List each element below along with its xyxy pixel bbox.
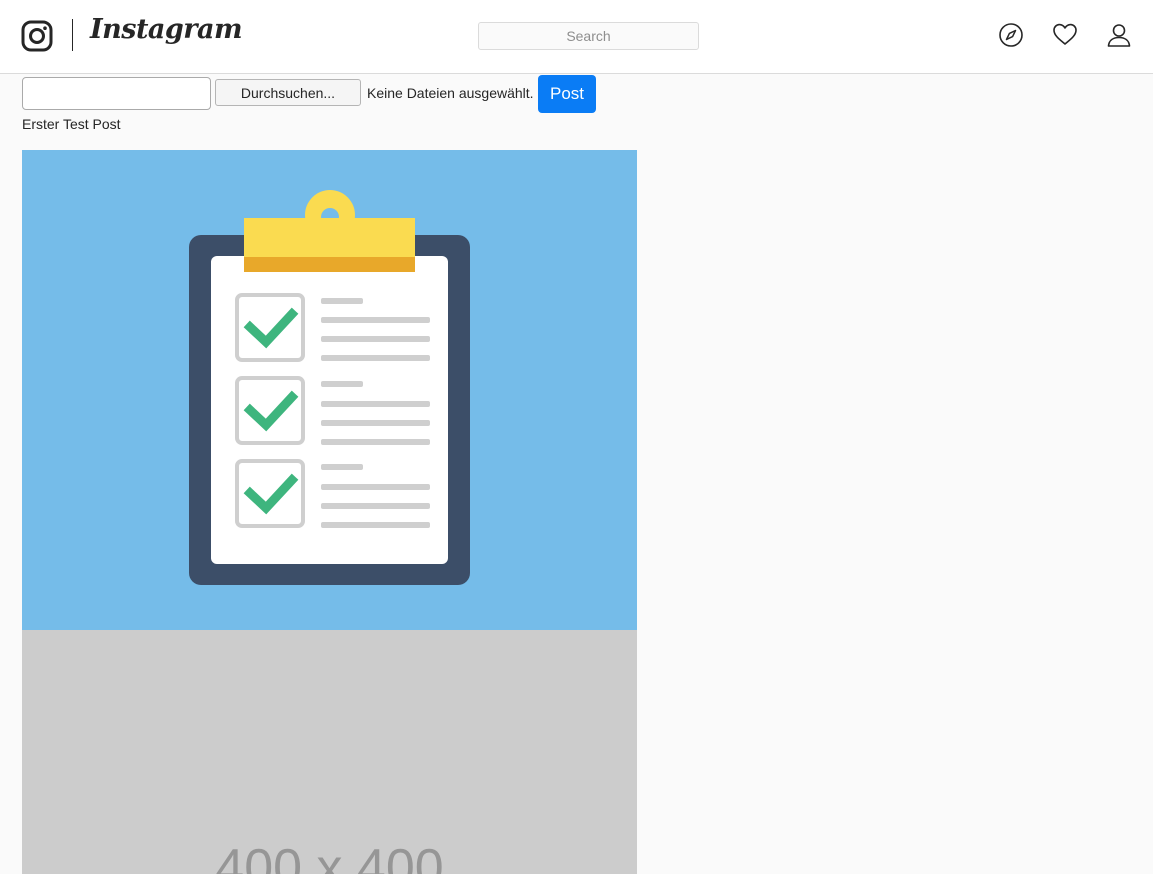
logo-divider: [72, 19, 73, 51]
placeholder-image[interactable]: 400 x 400: [22, 630, 637, 874]
compass-icon[interactable]: [998, 22, 1024, 48]
clipboard-checklist-image: [189, 190, 470, 585]
placeholder-size-label: 400 x 400: [215, 839, 444, 874]
user-icon[interactable]: [1106, 22, 1132, 48]
browse-button[interactable]: Durchsuchen...: [215, 79, 361, 106]
post-button[interactable]: Post: [538, 75, 596, 113]
post-image[interactable]: [22, 150, 637, 630]
instagram-logo-icon[interactable]: [21, 20, 53, 52]
top-navbar: Instagram: [0, 0, 1153, 74]
post-caption: Erster Test Post: [22, 116, 121, 132]
instagram-wordmark[interactable]: Instagram: [90, 14, 243, 45]
heart-icon[interactable]: [1052, 22, 1078, 48]
file-status-text: Keine Dateien ausgewählt.: [367, 85, 534, 101]
post-text-input[interactable]: [22, 77, 211, 110]
search-input[interactable]: [478, 22, 699, 50]
